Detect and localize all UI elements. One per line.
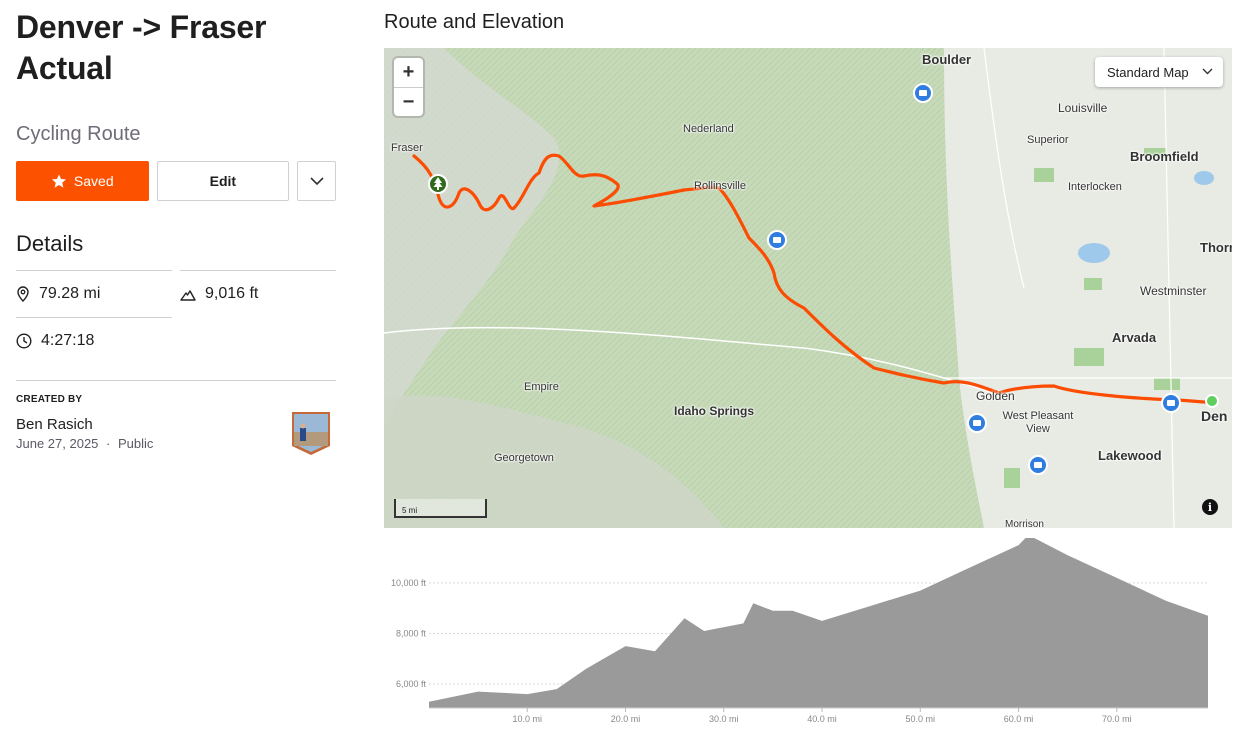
x-tick-label: 40.0 mi: [807, 714, 837, 724]
zoom-out-button[interactable]: −: [394, 87, 423, 116]
elevation-stat: 9,016 ft: [180, 270, 336, 317]
elevation-value: 9,016 ft: [205, 285, 259, 302]
location-pin-icon: [17, 286, 29, 302]
x-tick-label: 70.0 mi: [1102, 714, 1132, 724]
divider: [16, 380, 336, 381]
distance-value: 79.28 mi: [39, 285, 101, 302]
elevation-chart[interactable]: 6,000 ft 8,000 ft 10,000 ft 10.0 mi 20.0 mi 3…: [384, 538, 1232, 738]
zoom-in-button[interactable]: +: [394, 58, 423, 87]
route-type: Cycling Route: [16, 123, 141, 145]
map-style-label: Standard Map: [1107, 64, 1189, 80]
star-icon: [51, 174, 66, 188]
x-tick-label: 20.0 mi: [611, 714, 641, 724]
details-heading: Details: [16, 231, 84, 256]
route-map[interactable]: Boulder Louisville Superior Broomfield I…: [384, 48, 1232, 528]
creator-name[interactable]: Ben Rasich: [16, 416, 336, 433]
place-label: Louisville: [1058, 101, 1108, 115]
map-scale: 5 mi: [394, 499, 487, 518]
distance-stat: 79.28 mi: [16, 270, 172, 317]
time-value: 4:27:18: [41, 332, 95, 349]
place-label: Interlocken: [1068, 181, 1122, 193]
meta-separator: ·: [106, 436, 111, 451]
route-details-panel: Denver -> Fraser Actual Cycling Route Sa…: [16, 0, 336, 466]
created-by-label: CREATED BY: [16, 394, 83, 405]
created-date: June 27, 2025: [16, 436, 99, 451]
info-icon[interactable]: i: [1202, 499, 1218, 515]
avatar[interactable]: [290, 410, 332, 456]
place-label: Fraser: [391, 142, 423, 154]
place-label: Rollinsville: [694, 180, 746, 192]
place-label: Thorn: [1200, 240, 1232, 255]
place-label: Empire: [524, 381, 559, 393]
place-label: Idaho Springs: [674, 404, 755, 418]
elevation-profile-area: [429, 538, 1208, 708]
y-tick-label: 6,000 ft: [396, 679, 427, 689]
section-title: Route and Elevation: [384, 11, 565, 33]
x-tick-label: 30.0 mi: [709, 714, 739, 724]
x-tick-label: 50.0 mi: [906, 714, 936, 724]
visibility: Public: [118, 436, 154, 451]
map-style-dropdown[interactable]: Standard Map: [1095, 57, 1223, 87]
creator-info: Ben Rasich June 27, 2025 · Public: [16, 412, 336, 466]
saved-label: Saved: [73, 173, 114, 189]
start-marker[interactable]: [1205, 394, 1219, 408]
creator-meta: June 27, 2025 · Public: [16, 436, 336, 451]
place-label: Superior: [1027, 134, 1069, 146]
place-label: Arvada: [1112, 330, 1157, 345]
saved-button[interactable]: Saved: [16, 161, 149, 201]
y-tick-label: 8,000 ft: [396, 629, 427, 639]
mountain-icon: [180, 289, 196, 301]
x-tick-label: 10.0 mi: [513, 714, 543, 724]
chevron-down-icon: [309, 176, 324, 185]
chevron-down-icon: [1202, 68, 1213, 75]
time-stat: 4:27:18: [16, 317, 172, 364]
place-label: Morrison: [1005, 519, 1044, 528]
stats: 79.28 mi 9,016 ft 4:27:18: [16, 270, 336, 364]
clock-icon: [16, 333, 32, 349]
place-label: Broomfield: [1130, 149, 1199, 164]
place-label: Georgetown: [494, 452, 554, 464]
y-tick-label: 10,000 ft: [391, 578, 427, 588]
place-label: Nederland: [683, 123, 734, 135]
place-label: Westminster: [1140, 284, 1207, 298]
place-label: Boulder: [922, 52, 972, 67]
place-label: Lakewood: [1098, 448, 1162, 463]
x-tick-label: 60.0 mi: [1004, 714, 1034, 724]
more-options-button[interactable]: [297, 161, 336, 201]
action-buttons: Saved Edit: [16, 161, 336, 201]
edit-button[interactable]: Edit: [156, 161, 290, 201]
zoom-controls: + −: [394, 58, 423, 116]
route-title: Denver -> Fraser Actual: [16, 9, 267, 86]
place-label: Den: [1201, 408, 1228, 424]
place-label: West Pleasant View: [1002, 410, 1074, 435]
place-label: Golden: [976, 389, 1015, 403]
